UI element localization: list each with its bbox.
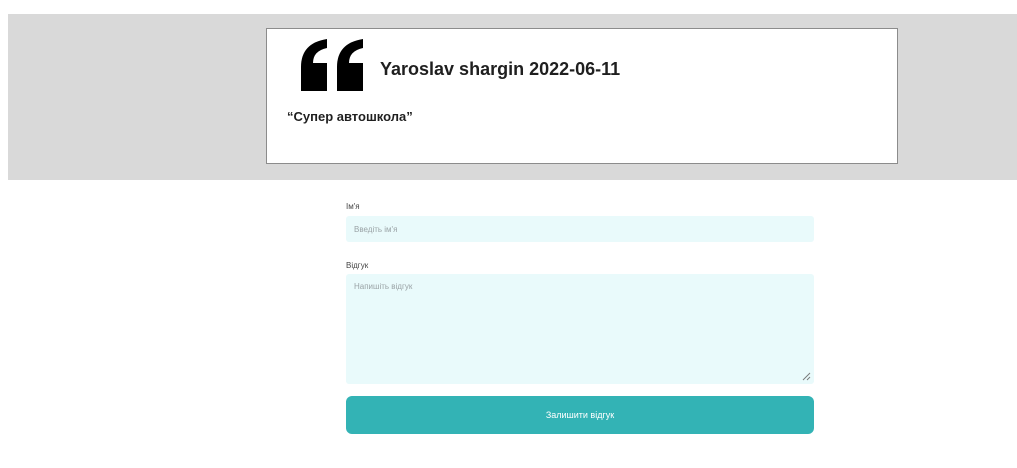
name-input[interactable] [346,216,814,242]
submit-review-button[interactable]: Залишити відгук [346,396,814,434]
resize-handle-icon[interactable] [802,372,811,381]
name-label: Ім'я [346,202,360,211]
review-date: 2022-06-11 [529,59,621,79]
review-textarea[interactable] [346,274,814,384]
review-header: Yaroslav shargin 2022-06-11 [380,59,620,80]
quote-icon [301,39,363,91]
review-card: Yaroslav shargin 2022-06-11 “Супер автошк… [266,28,898,164]
review-text: “Супер автошкола” [287,109,413,124]
review-label: Відгук [346,261,369,270]
review-author: Yaroslav shargin [380,59,525,79]
